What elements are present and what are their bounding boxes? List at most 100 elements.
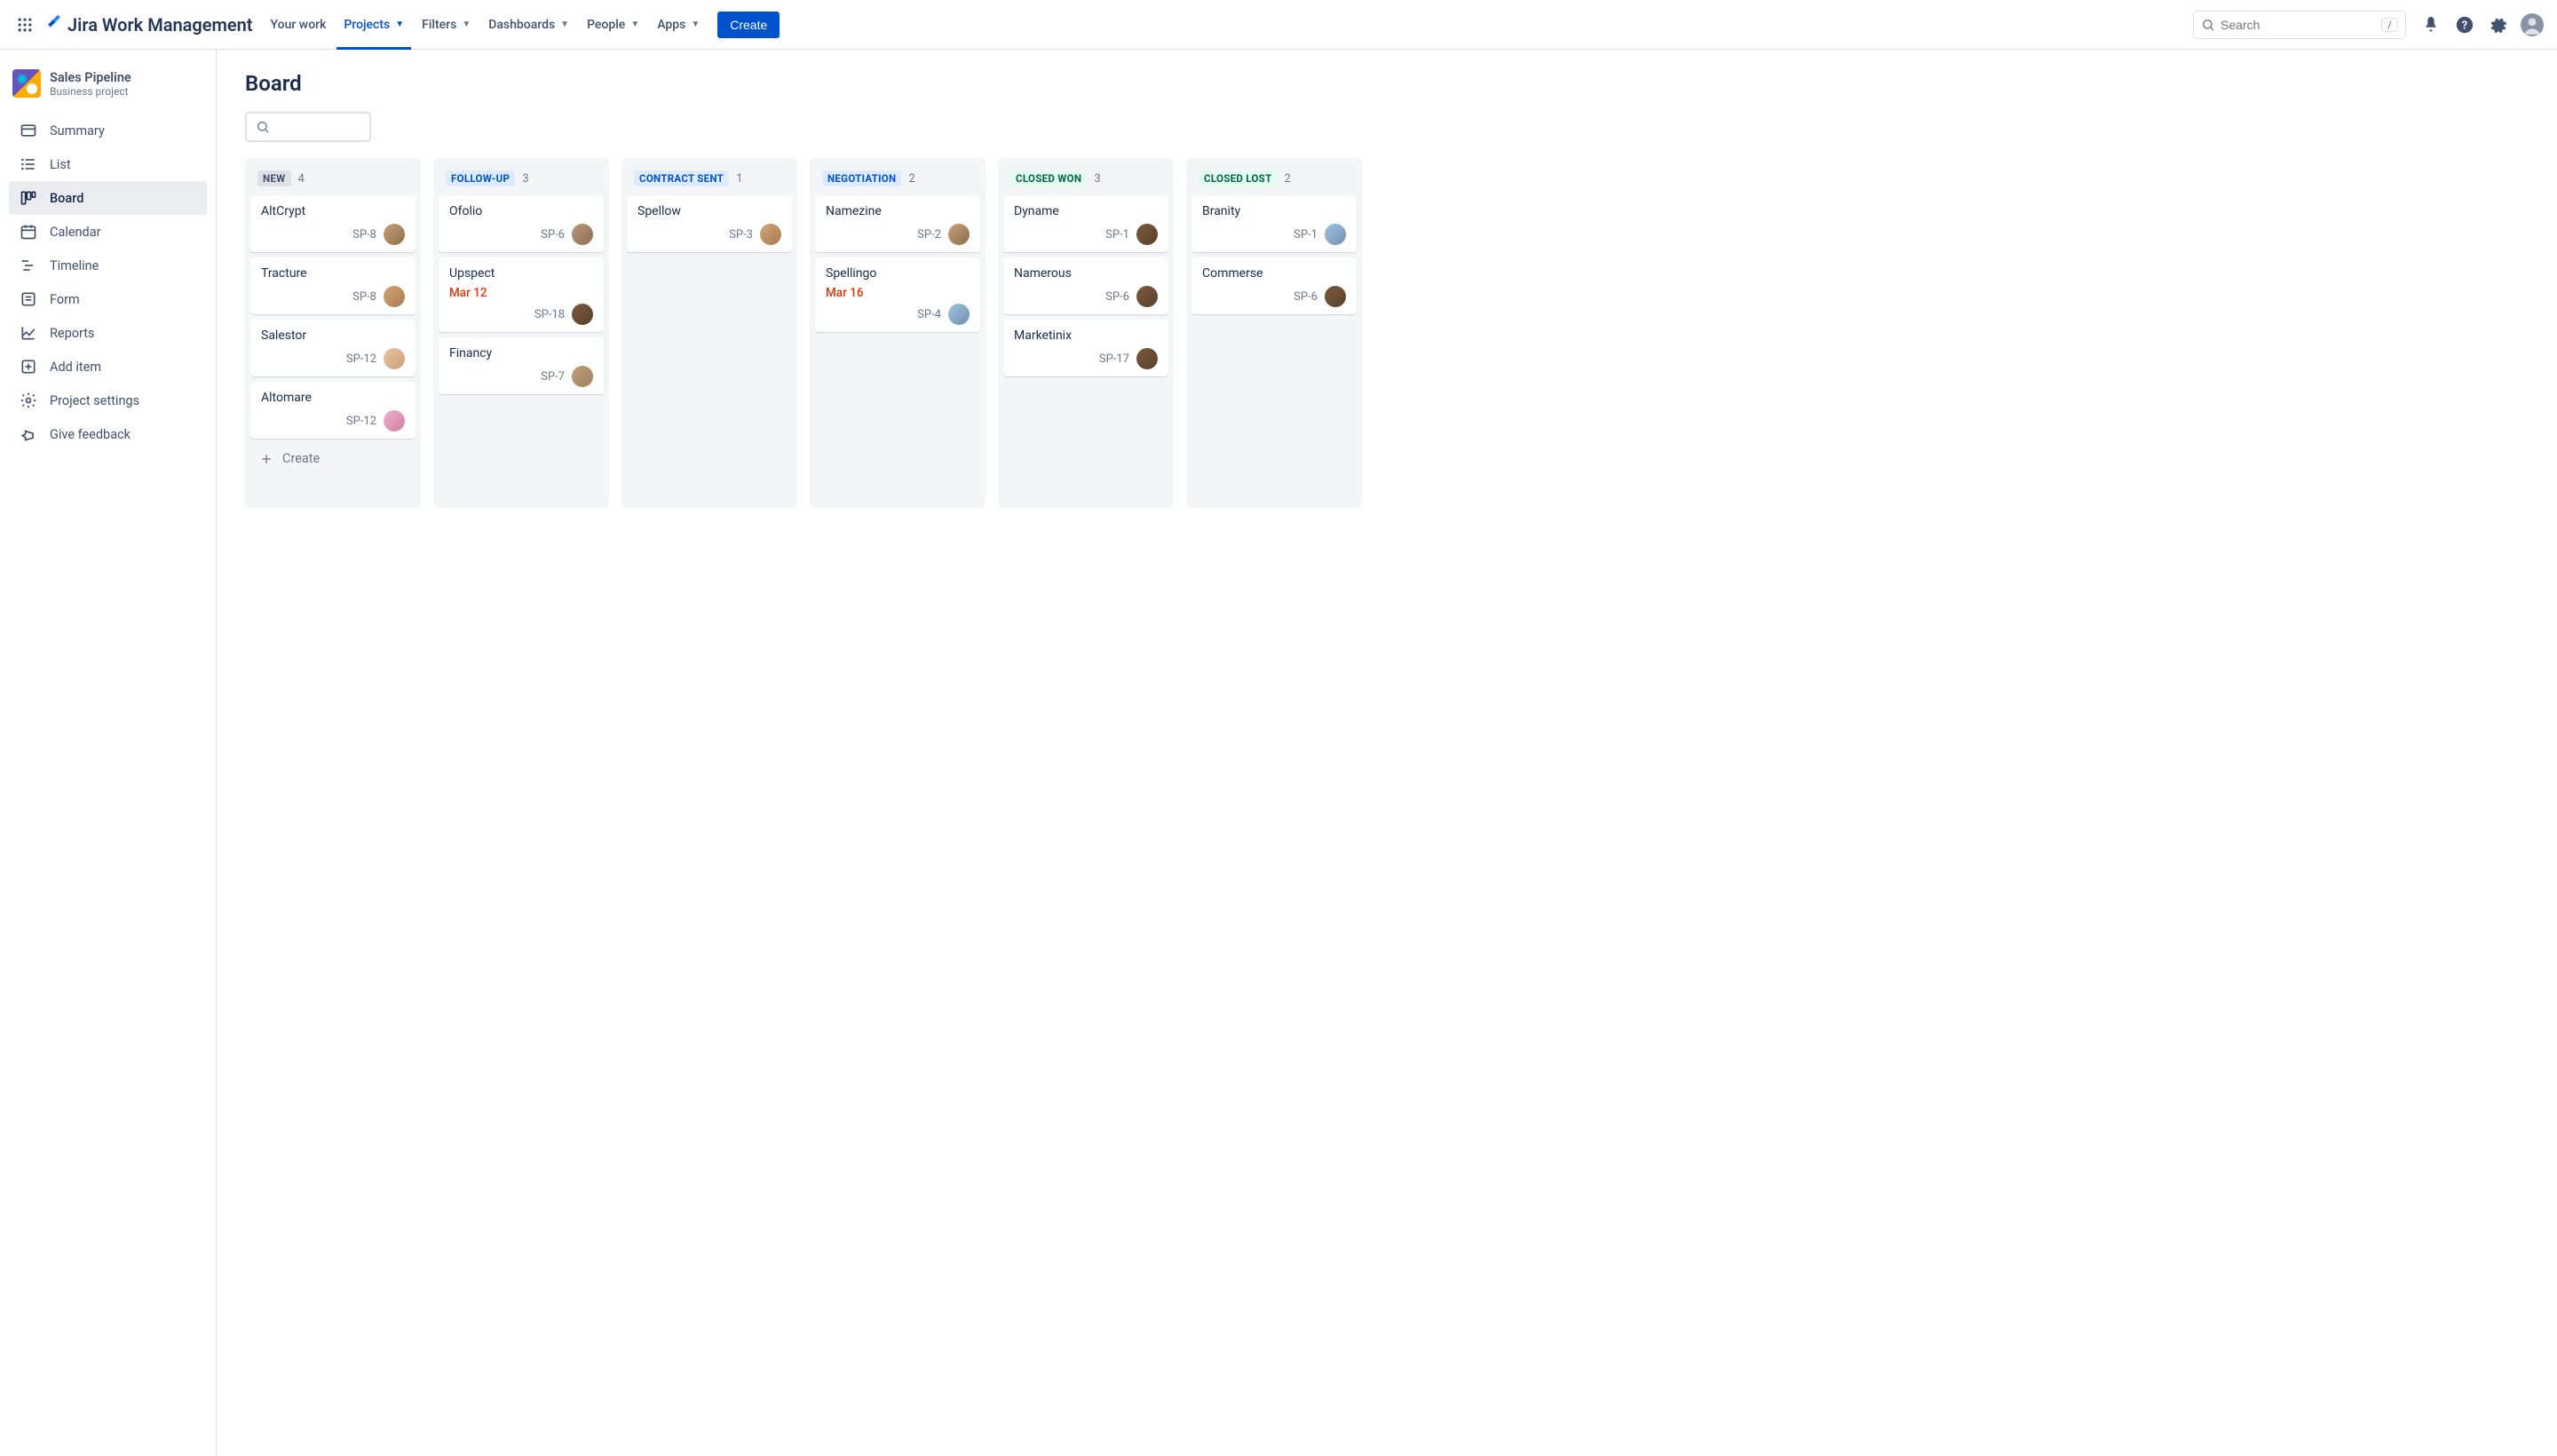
assignee-avatar[interactable]: [572, 366, 593, 387]
column-contract-sent: CONTRACT SENT1SpellowSP-3: [621, 158, 797, 508]
column-closed-lost: CLOSED LOST2 Branity SP-1 Commerse SP-6: [1186, 158, 1362, 508]
assignee-avatar[interactable]: [572, 304, 593, 325]
assignee-avatar[interactable]: [1325, 286, 1346, 307]
card[interactable]: NamezineSP-2: [815, 195, 980, 252]
card-footer: SP-18: [449, 304, 593, 325]
assignee-avatar[interactable]: [384, 286, 405, 307]
assignee-avatar[interactable]: [948, 224, 970, 245]
column-header[interactable]: CLOSED LOST2: [1191, 165, 1357, 195]
page-title: Board: [245, 71, 2557, 96]
column-header[interactable]: CONTRACT SENT1: [627, 165, 792, 195]
chevron-down-icon: ▼: [691, 20, 700, 29]
column-header[interactable]: NEGOTIATION2: [815, 165, 980, 195]
card-key: SP-12: [346, 352, 376, 366]
assignee-avatar[interactable]: [384, 348, 405, 369]
plus-icon: [259, 452, 273, 466]
project-icon: [12, 69, 41, 98]
card-title: Spellow: [637, 204, 781, 218]
card[interactable]: SpellowSP-3: [627, 195, 792, 252]
sidebar-item-project-settings[interactable]: Project settings: [9, 384, 207, 417]
search-icon: [2201, 18, 2215, 32]
card-key: SP-1: [1105, 228, 1129, 241]
card-footer: SP-2: [826, 224, 970, 245]
help-icon[interactable]: ?: [2450, 11, 2479, 39]
sidebar-item-board[interactable]: Board: [9, 181, 207, 215]
card-footer: SP-6: [1202, 286, 1346, 307]
create-card-label: Create: [282, 451, 320, 466]
card-key: SP-1: [1294, 228, 1318, 241]
sidebar-icon: [20, 122, 37, 139]
nav-item-label: People: [587, 18, 625, 32]
sidebar-item-calendar[interactable]: Calendar: [9, 215, 207, 249]
nav-item-dashboards[interactable]: Dashboards▼: [481, 12, 576, 37]
assignee-avatar[interactable]: [572, 224, 593, 245]
column-header[interactable]: CLOSED WON3: [1003, 165, 1168, 195]
nav-item-people[interactable]: People▼: [580, 12, 646, 37]
card-date: Mar 12: [449, 286, 593, 300]
assignee-avatar[interactable]: [1136, 286, 1158, 307]
sidebar-icon: [20, 189, 37, 207]
settings-icon[interactable]: [2484, 11, 2513, 39]
sidebar-item-summary[interactable]: Summary: [9, 114, 207, 147]
card-title: Branity: [1202, 204, 1346, 218]
notifications-icon[interactable]: [2417, 11, 2445, 39]
card[interactable]: AltCryptSP-8: [250, 195, 416, 252]
assignee-avatar[interactable]: [384, 224, 405, 245]
assignee-avatar[interactable]: [384, 410, 405, 431]
create-card-button[interactable]: Create: [250, 444, 416, 473]
sidebar-item-form[interactable]: Form: [9, 282, 207, 316]
profile-avatar[interactable]: [2518, 11, 2546, 39]
card[interactable]: Commerse SP-6: [1191, 257, 1357, 314]
sidebar-item-reports[interactable]: Reports: [9, 316, 207, 350]
column-title: NEW: [257, 170, 291, 186]
board-search[interactable]: [245, 112, 371, 142]
card-title: Marketinix: [1014, 328, 1158, 343]
card-footer: SP-6: [1014, 286, 1158, 307]
project-header[interactable]: Sales Pipeline Business project: [9, 66, 207, 110]
sidebar-item-give-feedback[interactable]: Give feedback: [9, 417, 207, 451]
column-header[interactable]: FOLLOW-UP3: [439, 165, 604, 195]
assignee-avatar[interactable]: [948, 304, 970, 325]
column-closed-won: CLOSED WON3DynameSP-1NamerousSP-6 Marketi…: [998, 158, 1174, 508]
sidebar-item-label: Add item: [50, 360, 101, 375]
card[interactable]: FinancySP-7: [439, 337, 604, 394]
column-title: FOLLOW-UP: [446, 170, 515, 186]
assignee-avatar[interactable]: [1136, 224, 1158, 245]
assignee-avatar[interactable]: [760, 224, 781, 245]
search-box[interactable]: /: [2193, 11, 2406, 39]
card-title: Commerse: [1202, 266, 1346, 281]
column-header[interactable]: NEW4: [250, 165, 416, 195]
app-switcher-icon[interactable]: [11, 11, 39, 39]
search-input[interactable]: [2221, 18, 2381, 32]
card[interactable]: TractureSP-8: [250, 257, 416, 314]
card-date: Mar 16: [826, 286, 970, 300]
assignee-avatar[interactable]: [1325, 224, 1346, 245]
sidebar-item-timeline[interactable]: Timeline: [9, 249, 207, 282]
card[interactable]: Branity SP-1: [1191, 195, 1357, 252]
board-columns: NEW4AltCryptSP-8TractureSP-8 SalestorSP-1…: [245, 158, 2557, 508]
nav-item-apps[interactable]: Apps▼: [650, 12, 707, 37]
card[interactable]: NamerousSP-6: [1003, 257, 1168, 314]
card[interactable]: Marketinix SP-17: [1003, 320, 1168, 376]
card-footer: SP-4: [826, 304, 970, 325]
sidebar-item-label: Reports: [50, 326, 95, 341]
create-button[interactable]: Create: [717, 12, 780, 38]
main-content: Board NEW4AltCryptSP-8TractureSP-8 Salest…: [217, 50, 2557, 1456]
sidebar-item-list[interactable]: List: [9, 147, 207, 181]
card[interactable]: OfolioSP-6: [439, 195, 604, 252]
card[interactable]: SalestorSP-12: [250, 320, 416, 376]
nav-item-your-work[interactable]: Your work: [264, 12, 334, 37]
product-logo[interactable]: Jira Work Management: [44, 12, 253, 37]
column-title: NEGOTIATION: [822, 170, 901, 186]
card[interactable]: SpellingoMar 16SP-4: [815, 257, 980, 332]
card[interactable]: DynameSP-1: [1003, 195, 1168, 252]
nav-item-filters[interactable]: Filters▼: [415, 12, 478, 37]
sidebar-icon: [20, 425, 37, 443]
assignee-avatar[interactable]: [1136, 348, 1158, 369]
nav-item-projects[interactable]: Projects▼: [336, 12, 411, 37]
card[interactable]: UpspectMar 12SP-18: [439, 257, 604, 332]
card[interactable]: AltomareSP-12: [250, 382, 416, 439]
card-title: AltCrypt: [261, 204, 405, 218]
sidebar-item-add-item[interactable]: Add item: [9, 350, 207, 384]
card-footer: SP-17: [1014, 348, 1158, 369]
